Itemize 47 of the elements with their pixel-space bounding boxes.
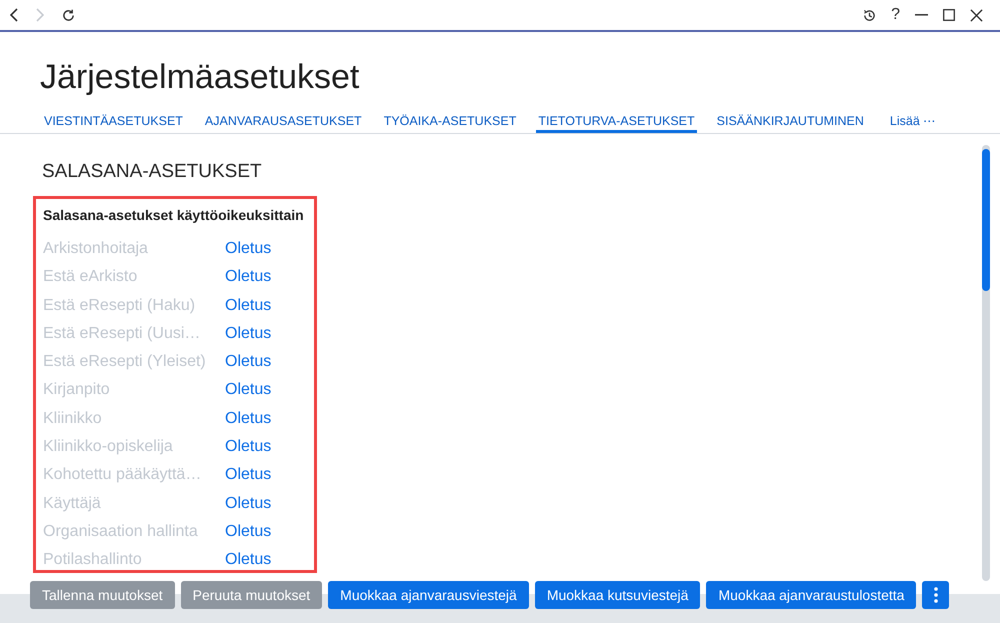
help-button[interactable]: ? — [891, 7, 900, 23]
scrollbar-track[interactable] — [982, 145, 990, 581]
setting-link[interactable]: Oletus — [225, 380, 272, 400]
close-icon[interactable] — [970, 8, 983, 22]
setting-link[interactable]: Oletus — [225, 408, 272, 429]
back-icon[interactable] — [10, 8, 18, 22]
minimize-icon[interactable] — [915, 14, 928, 16]
group-heading: Salasana-asetukset käyttöoikeuksittain — [43, 206, 304, 225]
more-actions-button[interactable] — [922, 581, 950, 609]
more-tabs-link[interactable]: Lisää ⋯ — [888, 110, 938, 133]
section-heading: SALASANA-ASETUKSET — [42, 160, 263, 184]
role-label: Kliinikko — [43, 408, 103, 429]
settings-tab[interactable]: AJANVARAUSASETUKSET — [202, 110, 364, 133]
action-button[interactable]: Muokkaa ajanvaraustulostetta — [706, 581, 916, 609]
setting-link[interactable]: Oletus — [225, 324, 272, 344]
settings-tab[interactable]: SISÄÄNKIRJAUTUMINEN — [714, 110, 866, 133]
role-label: Organisaation hallinta — [43, 522, 199, 542]
setting-link[interactable]: Oletus — [225, 437, 272, 458]
setting-link[interactable]: Oletus — [225, 465, 272, 486]
role-label: Estä eResepti (Haku) — [43, 296, 196, 316]
role-label: Kohotettu pääkäyttä… — [43, 465, 202, 486]
settings-tab[interactable]: TYÖAIKA-ASETUKSET — [382, 110, 518, 133]
setting-link[interactable]: Oletus — [225, 296, 272, 316]
role-label: Estä eResepti (Yleiset) — [43, 352, 207, 372]
scrollbar-thumb[interactable] — [982, 149, 990, 291]
settings-tab[interactable]: TIETOTURVA-ASETUKSET — [536, 110, 697, 133]
page-title: Järjestelmäasetukset — [40, 57, 360, 97]
role-label: Arkistonhoitaja — [43, 239, 149, 259]
history-icon[interactable] — [863, 8, 876, 22]
role-label: Käyttäjä — [43, 494, 102, 514]
role-label: Estä eArkisto — [43, 267, 138, 288]
action-button[interactable]: Muokkaa kutsuviestejä — [534, 581, 700, 609]
role-label: Potilashallinto — [43, 550, 143, 570]
setting-link[interactable]: Oletus — [225, 267, 272, 288]
role-label: Kirjanpito — [43, 380, 111, 400]
action-button[interactable]: Muokkaa ajanvarausviestejä — [328, 581, 529, 609]
setting-link[interactable]: Oletus — [225, 352, 272, 372]
maximize-icon[interactable] — [943, 9, 955, 21]
refresh-icon[interactable] — [62, 8, 75, 22]
setting-link[interactable]: Oletus — [225, 494, 272, 514]
kebab-icon — [934, 587, 938, 603]
setting-link[interactable]: Oletus — [225, 522, 272, 542]
setting-link[interactable]: Oletus — [225, 239, 272, 259]
role-label: Estä eResepti (Uusi… — [43, 324, 202, 344]
settings-tab[interactable]: VIESTINTÄASETUKSET — [42, 110, 185, 133]
setting-link[interactable]: Oletus — [225, 550, 272, 570]
role-label: Kliinikko-opiskelija — [43, 437, 174, 458]
